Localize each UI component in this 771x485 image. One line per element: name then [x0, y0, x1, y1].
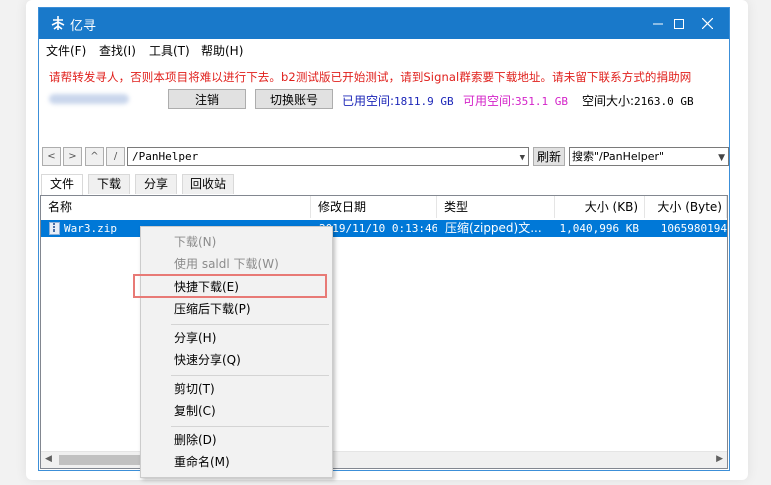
- zip-file-icon: [49, 222, 60, 235]
- column-size-byte[interactable]: 大小 (Byte): [645, 196, 727, 218]
- total-space-label: 空间大小:: [582, 94, 635, 108]
- menu-item-copy[interactable]: 复制(C): [141, 400, 332, 422]
- switch-account-button[interactable]: 切换账号: [255, 89, 333, 109]
- menu-item-download[interactable]: 下载(N): [141, 231, 332, 253]
- path-input[interactable]: /PanHelper ▼: [127, 147, 529, 166]
- scroll-left-icon[interactable]: ◀: [45, 454, 52, 464]
- window-title: 亿寻: [70, 19, 97, 34]
- path-bar: < > ^ / /PanHelper ▼ 刷新 搜索"/PanHelper" ▼: [39, 146, 729, 168]
- notice-text: 请帮转发寻人，否则本项目将难以进行下去。b2测试版已开始测试，请到Signal群…: [49, 70, 692, 84]
- free-space-value: 351.1 GB: [515, 95, 569, 108]
- used-space-label: 已用空间:: [342, 94, 395, 108]
- menu-file[interactable]: 文件(F): [46, 42, 86, 59]
- search-combo[interactable]: 搜索"/PanHelper" ▼: [569, 147, 729, 166]
- forward-button[interactable]: >: [63, 147, 82, 166]
- refresh-button[interactable]: 刷新: [533, 147, 565, 166]
- menu-item-cut[interactable]: 剪切(T): [141, 378, 332, 400]
- menu-separator: [171, 375, 329, 376]
- used-space: 已用空间:1811.9 GB: [342, 92, 454, 109]
- menu-item-delete[interactable]: 删除(D): [141, 429, 332, 451]
- file-size-byte: 1065980194: [660, 222, 727, 235]
- tab-files[interactable]: 文件: [41, 174, 83, 195]
- menu-bar: 文件(F) 查找(I) 工具(T) 帮助(H): [39, 39, 729, 59]
- used-space-value: 1811.9 GB: [394, 95, 454, 108]
- file-size-kb: 1,040,996 KB: [559, 222, 639, 235]
- total-space: 空间大小:2163.0 GB: [582, 92, 694, 109]
- maximize-icon: [674, 18, 684, 29]
- free-space: 可用空间:351.1 GB: [463, 92, 568, 109]
- menu-tools[interactable]: 工具(T): [149, 42, 190, 59]
- column-name[interactable]: 名称: [41, 196, 311, 218]
- file-modified: 2019/11/10 0:13:46: [319, 222, 437, 235]
- close-icon: [701, 18, 713, 29]
- menu-separator: [171, 426, 329, 427]
- menu-item-quick-share[interactable]: 快速分享(Q): [141, 349, 332, 371]
- account-name-blurred: [49, 94, 129, 104]
- tab-shares[interactable]: 分享: [135, 174, 177, 194]
- total-space-value: 2163.0 GB: [634, 95, 694, 108]
- menu-item-compress-download[interactable]: 压缩后下载(P): [141, 298, 332, 320]
- menu-help[interactable]: 帮助(H): [201, 42, 243, 59]
- search-value: 搜索"/PanHelper": [572, 150, 665, 163]
- menu-item-share[interactable]: 分享(H): [141, 327, 332, 349]
- menu-item-rename[interactable]: 重命名(M): [141, 451, 332, 473]
- menu-separator: [171, 324, 329, 325]
- column-modified[interactable]: 修改日期: [311, 196, 437, 218]
- back-button[interactable]: <: [42, 147, 61, 166]
- column-size-kb[interactable]: 大小 (KB): [555, 196, 645, 218]
- tab-downloads[interactable]: 下载: [88, 174, 130, 194]
- column-type[interactable]: 类型: [437, 196, 555, 218]
- root-button[interactable]: /: [106, 147, 125, 166]
- close-button[interactable]: [685, 8, 729, 39]
- title-bar: 亿寻: [39, 8, 729, 39]
- logout-button[interactable]: 注销: [168, 89, 246, 109]
- menu-find[interactable]: 查找(I): [99, 42, 136, 59]
- menu-item-saldl-download[interactable]: 使用 saldl 下载(W): [141, 253, 332, 275]
- up-button[interactable]: ^: [85, 147, 104, 166]
- tab-recycle-bin[interactable]: 回收站: [182, 174, 234, 194]
- app-icon: [51, 16, 65, 30]
- scroll-right-icon[interactable]: ▶: [716, 454, 723, 464]
- free-space-label: 可用空间:: [463, 94, 516, 108]
- dropdown-arrow-icon[interactable]: ▼: [718, 150, 725, 165]
- file-type: 压缩(zipped)文...: [445, 221, 542, 235]
- context-menu: 下载(N) 使用 saldl 下载(W) 快捷下载(E) 压缩后下载(P) 分享…: [140, 226, 333, 478]
- path-value: /PanHelper: [132, 150, 199, 163]
- dropdown-arrow-icon[interactable]: ▼: [520, 150, 525, 167]
- highlight-annotation: [133, 274, 327, 298]
